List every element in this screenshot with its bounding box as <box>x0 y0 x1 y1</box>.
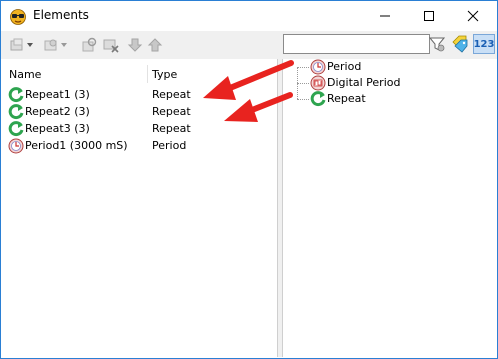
maximize-button[interactable] <box>407 1 451 31</box>
add-period-icon[interactable] <box>43 37 59 53</box>
title-bar[interactable]: Elements <box>1 1 497 31</box>
tree-item-label: Period <box>327 60 362 73</box>
item-type: Repeat <box>152 88 191 101</box>
item-type: Repeat <box>152 105 191 118</box>
close-icon <box>467 10 479 22</box>
window-title: Elements <box>33 8 89 22</box>
list-item[interactable]: Repeat2 (3) Repeat <box>3 104 277 120</box>
delete-icon[interactable] <box>103 37 119 53</box>
filter-icon[interactable] <box>429 36 445 52</box>
item-name: Repeat1 (3) <box>25 88 90 101</box>
repeat-icon <box>8 121 24 137</box>
minimize-icon <box>380 15 390 17</box>
repeat-icon <box>310 91 326 107</box>
tree-item-label: Repeat <box>327 92 366 105</box>
elements-list: Name Type Repeat1 (3) Repeat Repeat2 (3)… <box>3 59 278 357</box>
chevron-down-icon[interactable] <box>27 43 33 47</box>
move-down-icon[interactable] <box>127 37 143 53</box>
item-name: Period1 (3000 mS) <box>25 139 128 152</box>
item-type: Period <box>152 139 187 152</box>
element-types-tree: Period Digital Period Repeat <box>282 59 497 357</box>
column-header-name[interactable]: Name <box>9 68 41 81</box>
tags-icon[interactable] <box>451 35 469 53</box>
refresh-icon[interactable] <box>81 37 97 53</box>
minimize-button[interactable] <box>363 1 407 31</box>
period-icon <box>310 59 326 75</box>
list-item[interactable]: Repeat1 (3) Repeat <box>3 87 277 103</box>
tree-line <box>297 67 309 68</box>
item-name: Repeat2 (3) <box>25 105 90 118</box>
tree-line <box>297 83 309 84</box>
elements-window: Elements 123 Name Type Repeat1 (3) Repea… <box>0 0 498 359</box>
app-owl-icon <box>10 9 26 25</box>
tree-item-label: Digital Period <box>327 76 401 89</box>
repeat-icon <box>8 104 24 120</box>
digital-period-icon <box>310 75 326 91</box>
item-type: Repeat <box>152 122 191 135</box>
list-header: Name Type <box>3 59 277 83</box>
add-element-icon[interactable] <box>9 37 25 53</box>
list-item[interactable]: Repeat3 (3) Repeat <box>3 121 277 137</box>
column-divider[interactable] <box>147 65 148 83</box>
move-up-icon[interactable] <box>147 37 163 53</box>
tree-line <box>297 99 309 100</box>
period-icon <box>8 138 24 154</box>
numbering-label: 123 <box>473 38 495 50</box>
chevron-down-icon[interactable] <box>61 43 67 47</box>
search-input[interactable] <box>283 34 430 54</box>
item-name: Repeat3 (3) <box>25 122 90 135</box>
repeat-icon <box>8 87 24 103</box>
close-button[interactable] <box>451 1 495 31</box>
numbering-button[interactable]: 123 <box>473 34 495 54</box>
list-item[interactable]: Period1 (3000 mS) Period <box>3 138 277 154</box>
column-header-type[interactable]: Type <box>152 68 177 81</box>
maximize-icon <box>424 11 434 21</box>
